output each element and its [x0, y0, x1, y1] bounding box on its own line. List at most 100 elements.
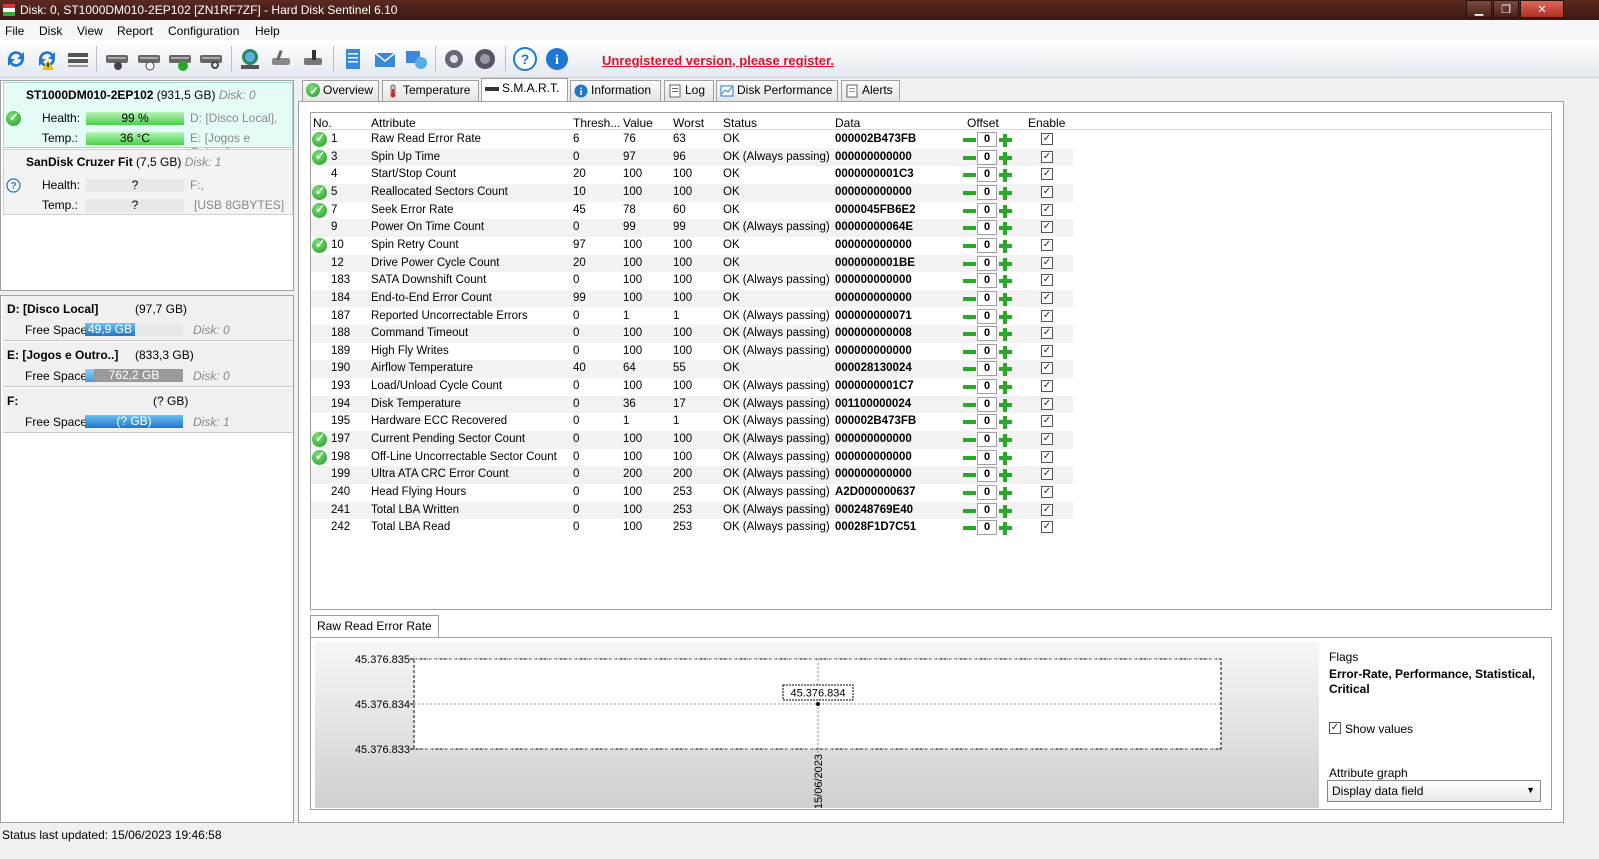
- offset-decrease-button[interactable]: [962, 503, 977, 518]
- table-row[interactable]: 193 Load/Unload Cycle Count 0 100 100 OK (Alw…: [311, 378, 1073, 396]
- menu-disk[interactable]: Disk: [39, 24, 62, 38]
- offset-value[interactable]: 0: [977, 449, 997, 465]
- table-row[interactable]: 184 End-to-End Error Count 99 100 100 OK 00000…: [311, 289, 1073, 308]
- offset-value[interactable]: 0: [977, 379, 997, 395]
- offset-decrease-button[interactable]: [962, 256, 977, 271]
- menu-report[interactable]: Report: [117, 24, 153, 38]
- offset-decrease-button[interactable]: [962, 167, 977, 182]
- table-row[interactable]: 3Spin Up Time09796OK (Always passing)000…: [311, 148, 1073, 167]
- offset-decrease-button[interactable]: [962, 414, 977, 429]
- offset-decrease-button[interactable]: [962, 450, 977, 465]
- enable-checkbox[interactable]: ✓: [1041, 433, 1053, 446]
- tab-smart[interactable]: S.M.A.R.T.: [481, 78, 568, 102]
- offset-increase-button[interactable]: [998, 220, 1013, 236]
- table-row[interactable]: 199 Ultra ATA CRC Error Count 0 200 200 OK (A…: [311, 466, 1073, 484]
- offset-increase-button[interactable]: [998, 467, 1013, 483]
- table-row[interactable]: 189 High Fly Writes 0 100 100 OK (Always pass…: [311, 343, 1073, 361]
- table-row[interactable]: 12 Drive Power Cycle Count 20 100 100 OK 00000…: [311, 254, 1073, 273]
- col-worst[interactable]: Worst: [673, 116, 704, 130]
- offset-increase-button[interactable]: [998, 256, 1013, 271]
- enable-checkbox[interactable]: ✓: [1041, 133, 1053, 145]
- volume-f[interactable]: F: (? GB) Free Space (? GB) Disk: 1: [3, 388, 293, 433]
- enable-checkbox[interactable]: ✓: [1041, 185, 1053, 198]
- tab-temperature[interactable]: Temperature: [382, 80, 479, 101]
- attribute-graph-select[interactable]: Display data field ▼: [1327, 780, 1541, 802]
- table-row[interactable]: 195 Hardware ECC Recovered 0 1 1 OK (Always p…: [311, 413, 1073, 431]
- offset-decrease-button[interactable]: [962, 238, 977, 253]
- table-row[interactable]: 241 Total LBA Written 0 100 253 OK (Always pa…: [311, 501, 1073, 520]
- disk-card-1[interactable]: SanDisk Cruzer Fit (7,5 GB) Disk: 1 ? He…: [3, 149, 293, 215]
- enable-checkbox[interactable]: ✓: [1041, 503, 1053, 516]
- enable-checkbox[interactable]: ✓: [1041, 150, 1053, 163]
- offset-decrease-button[interactable]: [962, 432, 977, 447]
- enable-checkbox[interactable]: ✓: [1041, 238, 1053, 251]
- offset-decrease-button[interactable]: [962, 467, 977, 482]
- offset-increase-button[interactable]: [998, 132, 1013, 147]
- enable-checkbox[interactable]: ✓: [1041, 397, 1053, 410]
- table-row[interactable]: 183 SATA Downshift Count 0 100 100 OK (Always…: [311, 272, 1073, 290]
- enable-checkbox[interactable]: ✓: [1041, 203, 1053, 216]
- offset-increase-button[interactable]: [998, 238, 1013, 253]
- table-row[interactable]: 5Reallocated Sectors Count10100100OK0000…: [311, 183, 1073, 202]
- menu-view[interactable]: View: [77, 24, 103, 38]
- enable-checkbox[interactable]: ✓: [1041, 486, 1053, 498]
- offset-decrease-button[interactable]: [962, 132, 977, 147]
- offset-decrease-button[interactable]: [962, 397, 977, 412]
- offset-value[interactable]: 0: [977, 308, 997, 324]
- disk-card-0[interactable]: ST1000DM010-2EP102 (931,5 GB) Disk: 0 He…: [3, 82, 293, 159]
- offset-increase-button[interactable]: [998, 273, 1013, 289]
- tools-icon[interactable]: [268, 46, 294, 72]
- offset-increase-button[interactable]: [998, 520, 1013, 536]
- offset-decrease-button[interactable]: [962, 520, 977, 535]
- offset-increase-button[interactable]: [998, 309, 1013, 324]
- table-row[interactable]: 10Spin Retry Count97100100OK000000000000…: [311, 237, 1073, 255]
- offset-decrease-button[interactable]: [962, 326, 977, 341]
- table-row[interactable]: 1 Raw Read Error Rate 6 76 63 OK 000002B473FB 0…: [311, 131, 1073, 149]
- offset-value[interactable]: 0: [977, 290, 997, 306]
- offset-decrease-button[interactable]: [962, 361, 977, 376]
- enable-checkbox[interactable]: ✓: [1041, 362, 1053, 375]
- minimize-button[interactable]: ▁: [1466, 0, 1492, 18]
- col-data[interactable]: Data: [835, 116, 860, 130]
- offset-decrease-button[interactable]: [962, 273, 977, 288]
- offset-decrease-button[interactable]: [962, 185, 977, 200]
- offset-increase-button[interactable]: [998, 414, 1013, 430]
- offset-value[interactable]: 0: [977, 132, 997, 147]
- offset-value[interactable]: 0: [977, 467, 997, 483]
- offset-decrease-button[interactable]: [962, 291, 977, 306]
- disk-test-icon[interactable]: [104, 46, 130, 72]
- show-values-checkbox[interactable]: ✓: [1329, 722, 1341, 734]
- menu-help[interactable]: Help: [255, 24, 280, 38]
- offset-increase-button[interactable]: [998, 432, 1013, 448]
- offset-value[interactable]: 0: [977, 343, 997, 359]
- offset-increase-button[interactable]: [998, 167, 1013, 183]
- tab-log[interactable]: Log: [664, 80, 714, 101]
- table-row[interactable]: 240 Head Flying Hours 0 100 253 OK (Always pa…: [311, 484, 1073, 502]
- graph-tab[interactable]: Raw Read Error Rate: [310, 615, 439, 638]
- enable-checkbox[interactable]: ✓: [1041, 309, 1053, 322]
- offset-decrease-button[interactable]: [962, 344, 977, 359]
- offset-value[interactable]: 0: [977, 184, 997, 200]
- menu-file[interactable]: File: [5, 24, 24, 38]
- col-value[interactable]: Value: [623, 116, 653, 130]
- enable-checkbox[interactable]: ✓: [1041, 468, 1053, 481]
- enable-checkbox[interactable]: ✓: [1041, 327, 1053, 340]
- offset-increase-button[interactable]: [998, 344, 1013, 359]
- table-row[interactable]: 4 Start/Stop Count 20 100 100 OK 0000000001C3 0…: [311, 166, 1073, 184]
- enable-checkbox[interactable]: ✓: [1041, 380, 1053, 393]
- enable-checkbox[interactable]: ✓: [1041, 344, 1053, 357]
- enable-checkbox[interactable]: ✓: [1041, 168, 1053, 181]
- table-row[interactable]: 190 Airflow Temperature 40 64 55 OK 0000281300…: [311, 360, 1073, 379]
- offset-value[interactable]: 0: [977, 237, 997, 253]
- offset-value[interactable]: 0: [977, 167, 997, 183]
- refresh-icon[interactable]: [3, 46, 29, 72]
- offset-increase-button[interactable]: [998, 291, 1013, 306]
- enable-checkbox[interactable]: ✓: [1041, 274, 1053, 287]
- enable-checkbox[interactable]: ✓: [1041, 521, 1053, 534]
- menu-configuration[interactable]: Configuration: [168, 24, 239, 38]
- enable-checkbox[interactable]: ✓: [1041, 221, 1053, 234]
- close-button[interactable]: ✕: [1520, 0, 1564, 18]
- col-no[interactable]: No.: [313, 116, 332, 130]
- tab-alerts[interactable]: Alerts: [841, 80, 900, 101]
- tab-overview[interactable]: Overview: [302, 80, 379, 101]
